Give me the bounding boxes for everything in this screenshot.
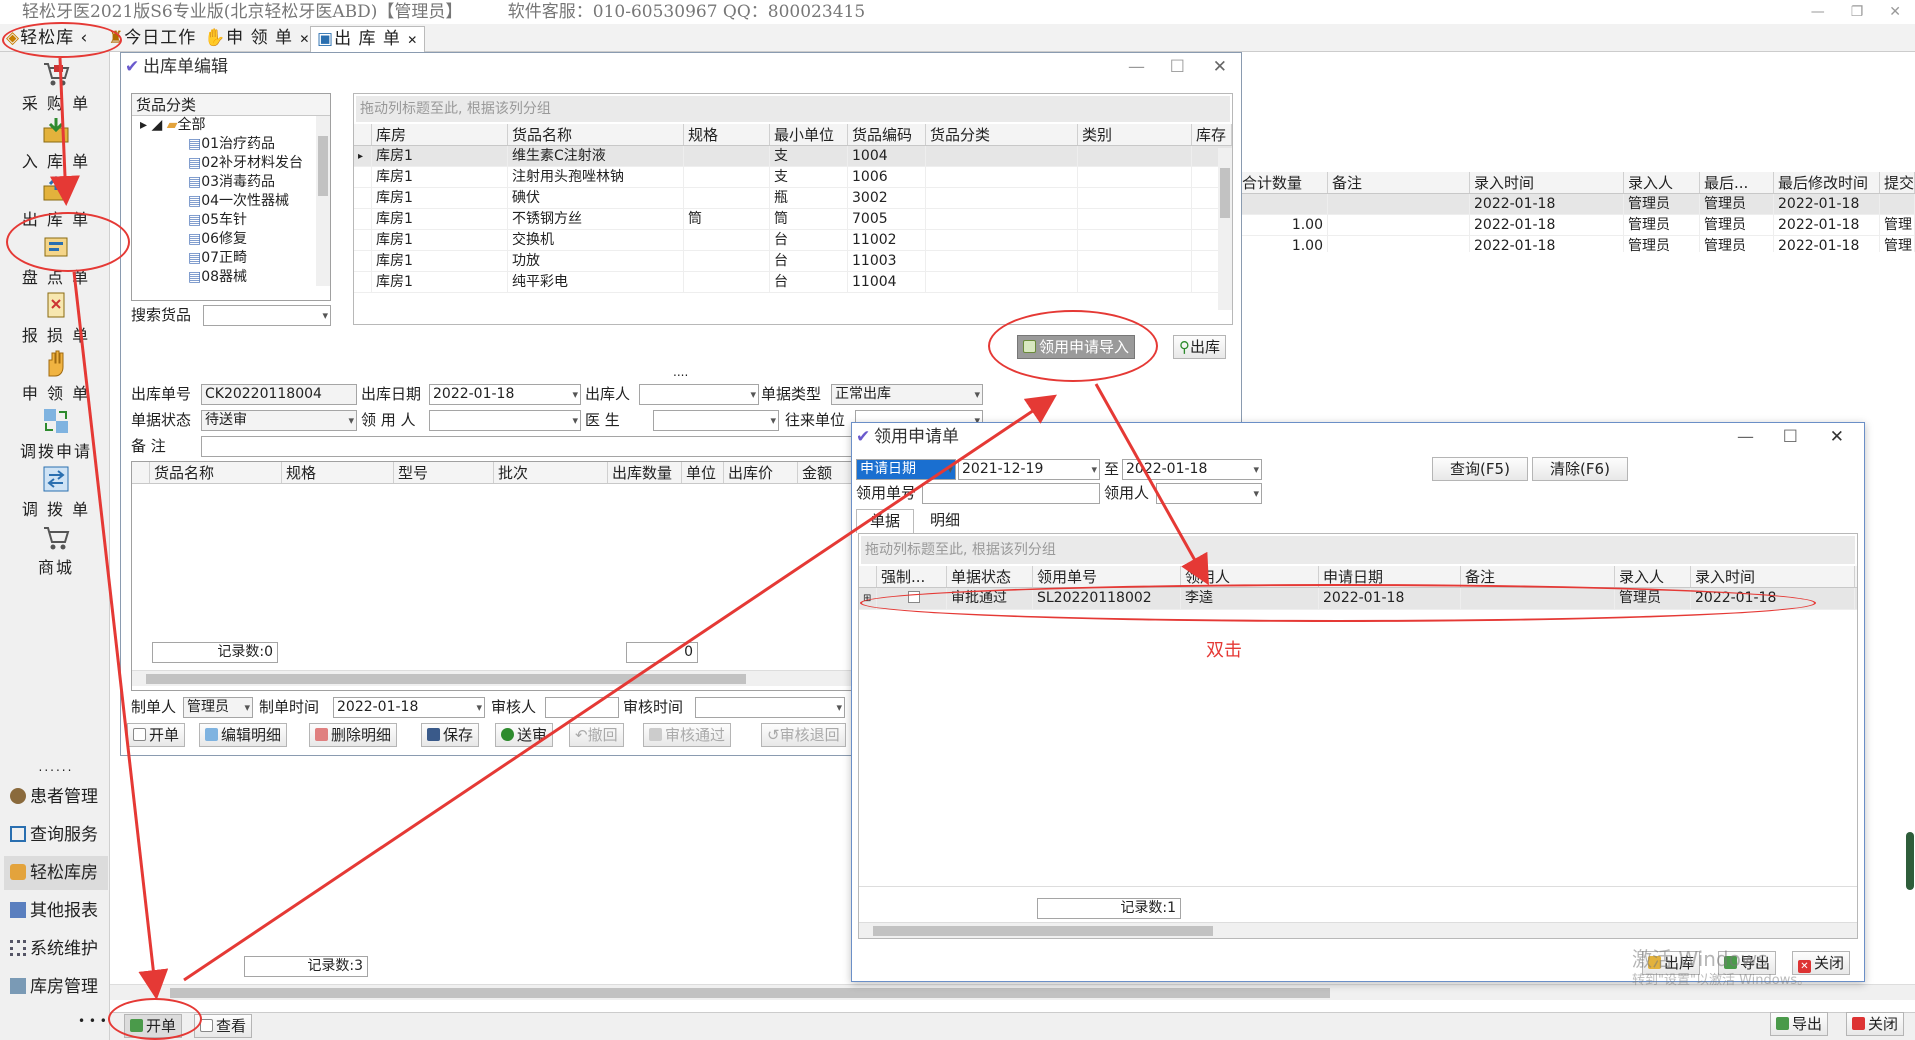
annotation-arrows: [50, 57, 1209, 1000]
arrow-new-to-import: [183, 394, 1057, 982]
arrow-home-to-outbound: [50, 57, 80, 206]
arrow-import-to-row: [1094, 383, 1209, 586]
arrow-outbound-to-new: [72, 271, 169, 1000]
